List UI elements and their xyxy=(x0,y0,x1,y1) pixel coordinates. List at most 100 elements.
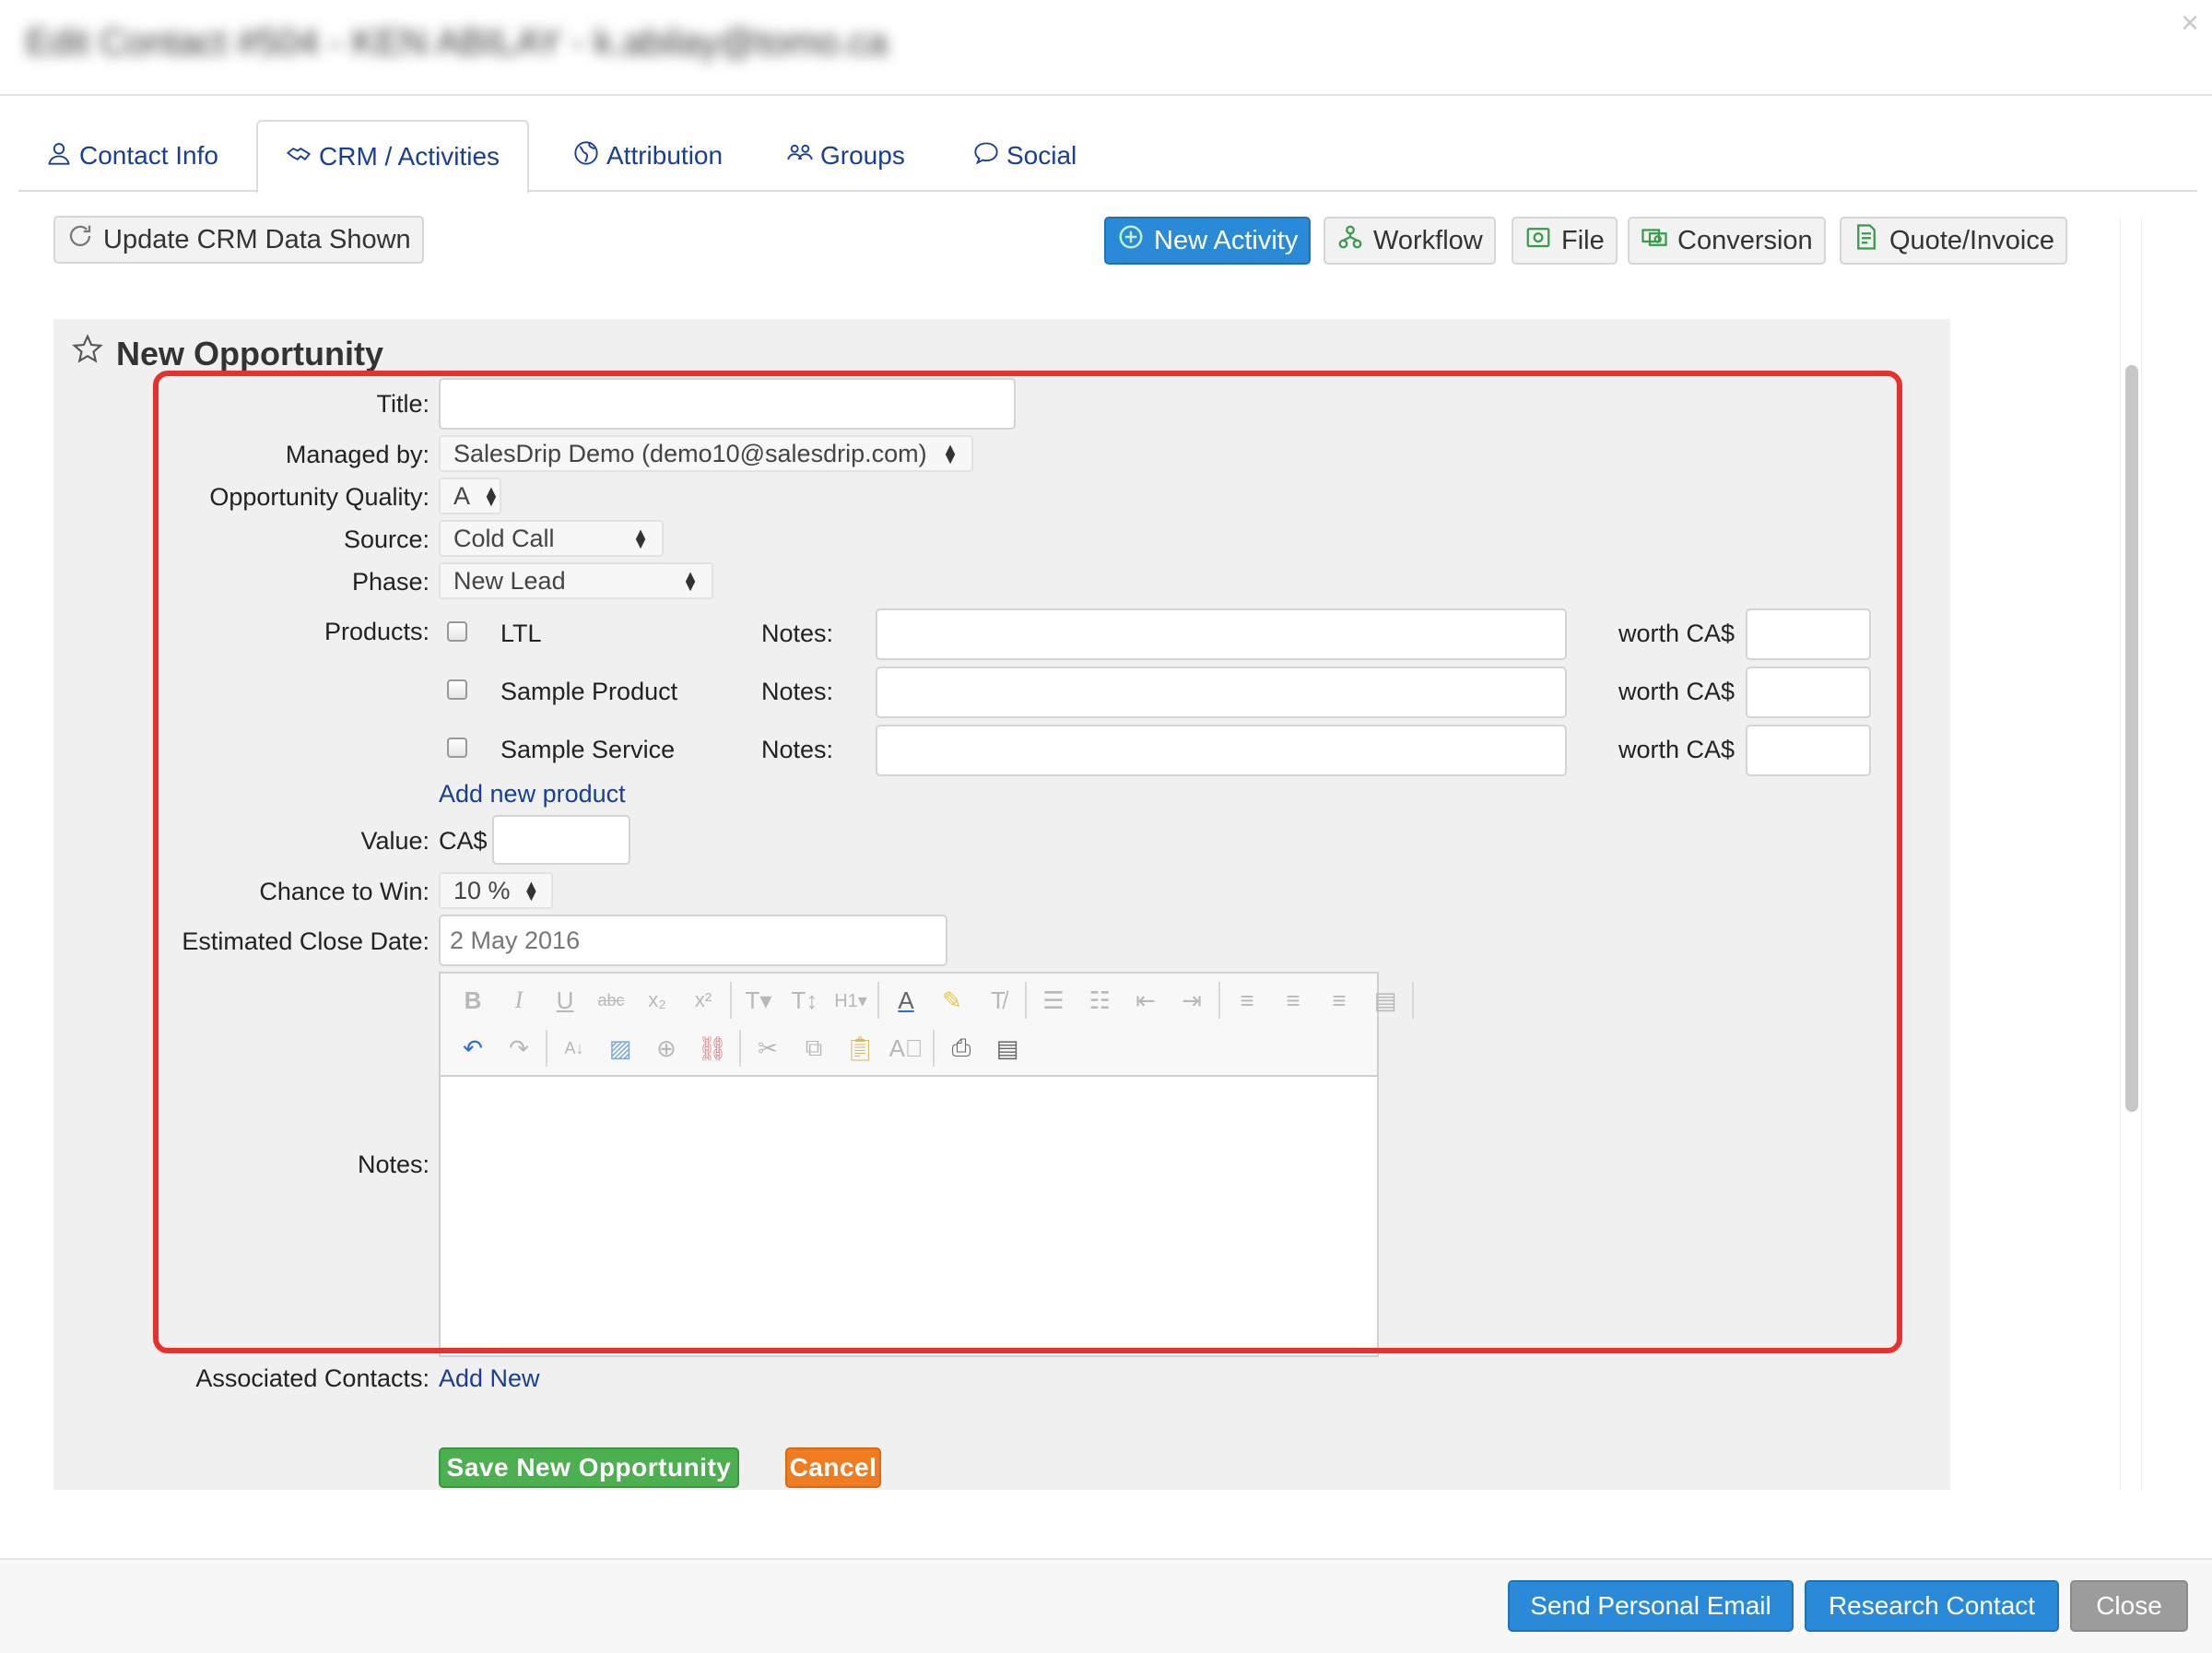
update-crm-data-button[interactable]: Update CRM Data Shown xyxy=(53,216,424,264)
research-contact-button[interactable]: Research Contact xyxy=(1805,1580,2059,1632)
redo-icon[interactable]: ↷ xyxy=(496,1027,542,1069)
invoice-icon xyxy=(1853,223,1880,258)
add-new-contact-link[interactable]: Add New xyxy=(439,1364,540,1393)
source-code-icon[interactable]: ▤ xyxy=(984,1027,1030,1069)
clear-format-icon[interactable]: T̸ xyxy=(975,979,1021,1021)
toolbar-divider xyxy=(1025,982,1027,1019)
tab-social[interactable]: Social xyxy=(946,120,1104,192)
add-new-product-link[interactable]: Add new product xyxy=(439,780,626,809)
indent-icon[interactable]: ⇥ xyxy=(1169,979,1215,1021)
file-icon xyxy=(1524,223,1552,258)
tab-label: Attribution xyxy=(606,141,724,170)
insert-link-icon[interactable]: ⊕ xyxy=(643,1027,689,1069)
modal-header: Edit Contact #504 - KEN ABILAY - k.abila… xyxy=(0,0,2212,96)
editor-toolbar-row-1: B I U abc x₂ x² T▾ T↕ H1▾ A ✎ T̸ ☰ ☷ ⇤ ⇥… xyxy=(450,979,1418,1021)
bold-icon[interactable]: B xyxy=(450,979,496,1021)
notes-label: Notes: xyxy=(357,1151,429,1178)
quote-invoice-button[interactable]: Quote/Invoice xyxy=(1840,217,2067,265)
save-new-opportunity-button[interactable]: Save New Opportunity xyxy=(439,1447,739,1488)
align-justify-icon[interactable]: ▤ xyxy=(1362,979,1408,1021)
managed-by-value: SalesDrip Demo (demo10@salesdrip.com) xyxy=(453,439,927,467)
insert-image-icon[interactable]: ▨ xyxy=(597,1027,643,1069)
file-button[interactable]: File xyxy=(1512,217,1618,265)
source-value: Cold Call xyxy=(453,524,555,552)
estimated-close-date-input[interactable]: 2 May 2016 xyxy=(439,915,947,966)
star-icon[interactable] xyxy=(72,334,103,373)
outdent-icon[interactable]: ⇤ xyxy=(1123,979,1169,1021)
managed-by-select[interactable]: SalesDrip Demo (demo10@salesdrip.com) ▲ ▼ xyxy=(439,435,973,472)
source-select[interactable]: Cold Call ▲ ▼ xyxy=(439,520,664,557)
paste-icon[interactable]: 📋︎ xyxy=(837,1027,883,1069)
toolbar-divider xyxy=(877,982,879,1019)
bullet-list-icon[interactable]: ☰ xyxy=(1030,979,1077,1021)
opportunity-quality-select[interactable]: A ▲ ▼ xyxy=(439,478,501,514)
new-activity-label: New Activity xyxy=(1154,225,1299,255)
opportunity-quality-label: Opportunity Quality: xyxy=(209,483,429,511)
product-notes-label: Notes: xyxy=(761,736,834,763)
align-right-icon[interactable]: ≡ xyxy=(1316,979,1362,1021)
product-worth-label: worth CA$ xyxy=(1618,736,1735,763)
product-notes-input[interactable] xyxy=(876,608,1567,660)
editor-toolbar-row-2: ↶ ↷ A↓ ▨ ⊕ ⛓ ✂ ⧉ 📋︎ A⃞ ⎙ ▤ xyxy=(450,1027,1030,1069)
font-family-icon[interactable]: T▾ xyxy=(735,979,782,1021)
unlink-icon[interactable]: ⛓ xyxy=(689,1027,735,1069)
product-notes-input[interactable] xyxy=(876,725,1567,776)
scrollbar-thumb[interactable] xyxy=(2125,365,2138,1112)
paste-text-icon[interactable]: A⃞ xyxy=(883,1027,929,1069)
conversion-button[interactable]: Conversion xyxy=(1628,217,1826,265)
superscript-icon[interactable]: x² xyxy=(680,979,726,1021)
font-color-icon[interactable]: A xyxy=(883,979,929,1021)
product-checkbox-sample-service[interactable] xyxy=(447,738,467,758)
align-center-icon[interactable]: ≡ xyxy=(1270,979,1316,1021)
italic-icon[interactable]: I xyxy=(496,979,542,1021)
product-checkbox-ltl[interactable] xyxy=(447,621,467,642)
product-name: Sample Product xyxy=(500,678,678,705)
chance-to-win-select[interactable]: 10 % ▲ ▼ xyxy=(439,872,553,909)
strikethrough-icon[interactable]: abc xyxy=(588,979,634,1021)
product-name: LTL xyxy=(500,620,542,647)
content-scrollbar[interactable] xyxy=(2120,218,2142,1490)
value-label: Value: xyxy=(360,827,429,855)
chance-to-win-label: Chance to Win: xyxy=(259,878,429,905)
cancel-button[interactable]: Cancel xyxy=(785,1447,881,1488)
close-icon[interactable]: × xyxy=(2181,6,2199,41)
numbered-list-icon[interactable]: ☷ xyxy=(1077,979,1123,1021)
value-input[interactable] xyxy=(492,815,630,865)
tab-groups[interactable]: Groups xyxy=(759,120,933,192)
align-left-icon[interactable]: ≡ xyxy=(1224,979,1270,1021)
conversion-label: Conversion xyxy=(1677,225,1813,255)
modal-title: Edit Contact #504 - KEN ABILAY - k.abila… xyxy=(26,22,888,63)
product-worth-input[interactable] xyxy=(1746,667,1871,718)
send-personal-email-button[interactable]: Send Personal Email xyxy=(1508,1580,1794,1632)
underline-icon[interactable]: U xyxy=(542,979,588,1021)
title-input[interactable] xyxy=(439,378,1016,430)
quality-value: A xyxy=(453,481,471,510)
tab-label: CRM / Activities xyxy=(319,142,500,171)
cut-icon[interactable]: ✂ xyxy=(745,1027,791,1069)
tab-contact-info[interactable]: Contact Info xyxy=(18,120,246,192)
undo-icon[interactable]: ↶ xyxy=(450,1027,496,1069)
tab-crm-activities[interactable]: CRM / Activities xyxy=(256,120,530,194)
product-worth-input[interactable] xyxy=(1746,725,1871,776)
workflow-button[interactable]: Workflow xyxy=(1324,217,1496,265)
print-icon[interactable]: ⎙ xyxy=(938,1027,984,1069)
font-size-icon[interactable]: T↕ xyxy=(782,979,828,1021)
panel-title-text: New Opportunity xyxy=(116,334,383,372)
highlight-icon[interactable]: ✎ xyxy=(929,979,975,1021)
phase-select[interactable]: New Lead ▲ ▼ xyxy=(439,562,713,599)
close-button[interactable]: Close xyxy=(2070,1580,2188,1632)
notes-rich-text-editor[interactable]: B I U abc x₂ x² T▾ T↕ H1▾ A ✎ T̸ ☰ ☷ ⇤ ⇥… xyxy=(439,972,1414,1357)
value-currency: CA$ xyxy=(439,827,488,855)
product-notes-input[interactable] xyxy=(876,667,1567,718)
copy-icon[interactable]: ⧉ xyxy=(791,1027,837,1069)
tab-attribution[interactable]: Attribution xyxy=(546,120,750,192)
subscript-icon[interactable]: x₂ xyxy=(634,979,680,1021)
product-checkbox-sample-product[interactable] xyxy=(447,679,467,700)
product-worth-input[interactable] xyxy=(1746,608,1871,660)
tab-label: Groups xyxy=(820,141,905,170)
find-replace-icon[interactable]: A↓ xyxy=(551,1027,597,1069)
products-label: Products: xyxy=(324,618,429,645)
new-activity-button[interactable]: New Activity xyxy=(1104,217,1312,265)
file-label: File xyxy=(1561,225,1605,255)
heading-icon[interactable]: H1▾ xyxy=(828,979,874,1021)
